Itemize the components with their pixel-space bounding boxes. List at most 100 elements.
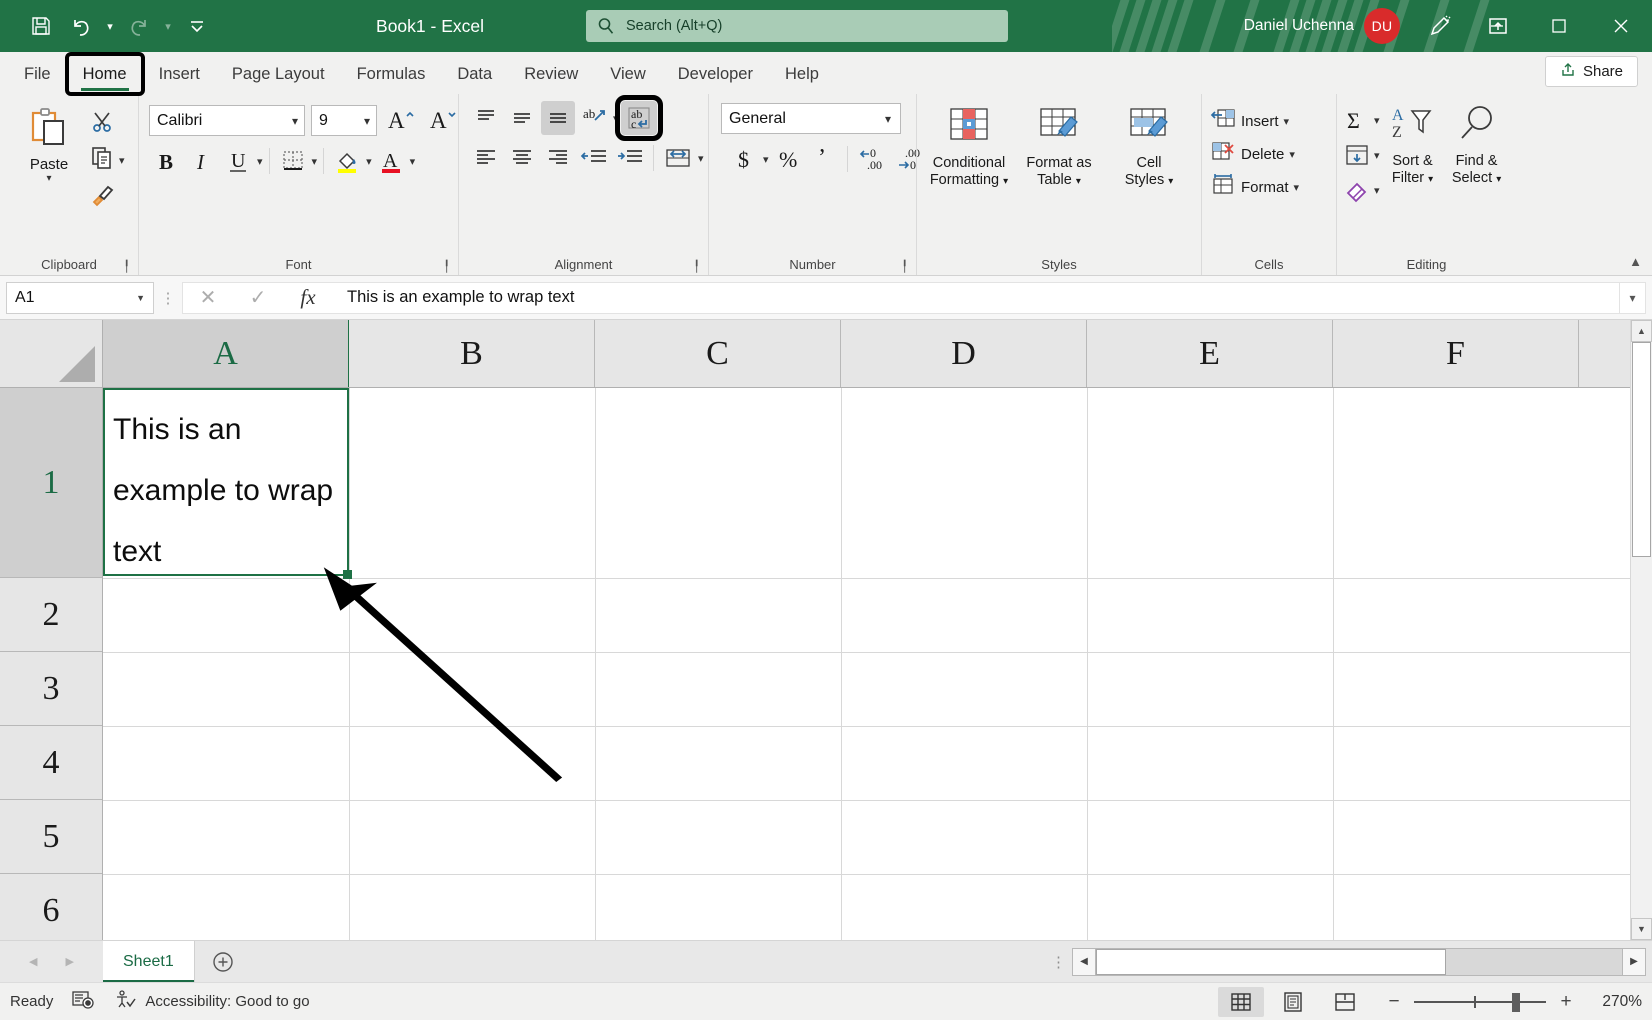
borders-button[interactable] [276,144,310,178]
fill-dropdown-icon[interactable]: ▾ [1374,149,1380,162]
row-header-2[interactable]: 2 [0,578,102,652]
tab-view[interactable]: View [594,54,661,94]
previous-sheet-icon[interactable]: ◀ [29,955,37,968]
fill-color-dropdown-icon[interactable]: ▾ [366,155,372,168]
scroll-right-button[interactable]: ▶ [1622,948,1646,976]
insert-dropdown-icon[interactable]: ▾ [1284,115,1290,128]
pen-icon[interactable] [1420,6,1460,46]
insert-function-icon[interactable]: fx [283,282,333,314]
alignment-dialog-launcher[interactable]: ╿ [693,260,700,273]
column-header-e[interactable]: E [1087,320,1333,387]
add-sheet-button[interactable] [195,941,251,982]
row-header-3[interactable]: 3 [0,652,102,726]
tab-data[interactable]: Data [441,54,508,94]
row-header-4[interactable]: 4 [0,726,102,800]
undo-dropdown-icon[interactable]: ▾ [102,8,118,44]
row-header-6[interactable]: 6 [0,874,102,940]
share-button[interactable]: Share [1545,56,1638,87]
accounting-format-button[interactable]: $ [727,142,761,176]
align-middle-button[interactable] [505,101,539,135]
paste-dropdown-icon[interactable]: ▾ [46,175,51,183]
undo-icon[interactable] [62,8,100,44]
page-layout-view-button[interactable] [1270,987,1316,1017]
underline-button[interactable]: U [221,144,255,178]
conditional-formatting-button[interactable]: Conditional Formatting ▾ [925,101,1013,190]
increase-indent-button[interactable] [613,141,647,175]
avatar[interactable]: DU [1364,8,1400,44]
autosum-dropdown-icon[interactable]: ▾ [1374,114,1380,127]
column-header-f[interactable]: F [1333,320,1579,387]
clear-button[interactable]: ▾ [1343,173,1380,207]
vertical-scroll-thumb[interactable] [1632,342,1651,557]
column-header-b[interactable]: B [349,320,595,387]
paste-button[interactable]: Paste ▾ [12,101,86,183]
sort-and-filter-button[interactable]: A Z Sort & Filter ▾ [1382,101,1444,188]
column-header-a[interactable]: A [103,320,349,387]
close-button[interactable] [1590,0,1652,52]
clipboard-dialog-launcher[interactable]: ╿ [123,260,130,273]
fill-handle[interactable] [343,570,352,579]
merge-dropdown-icon[interactable]: ▾ [698,152,704,165]
cancel-icon[interactable]: ✕ [183,282,233,314]
customize-qat-icon[interactable] [178,8,216,44]
sheet-tab-sheet1[interactable]: Sheet1 [103,941,195,982]
split-handle-icon[interactable]: ⋮ [1051,953,1066,971]
wrap-text-button[interactable]: ab c [621,101,657,135]
tab-file[interactable]: File [8,54,67,94]
tab-review[interactable]: Review [508,54,594,94]
cell-area[interactable]: This is an example to wrap text [103,388,1630,940]
format-dropdown-icon[interactable]: ▾ [1294,181,1300,194]
confirm-icon[interactable]: ✓ [233,282,283,314]
redo-dropdown-icon[interactable]: ▾ [160,8,176,44]
tab-home[interactable]: Home [67,54,143,94]
search-box[interactable]: Search (Alt+Q) [586,10,1008,42]
cut-button[interactable] [90,107,125,141]
clear-dropdown-icon[interactable]: ▾ [1374,184,1380,197]
zoom-in-button[interactable]: + [1558,991,1574,1013]
copy-dropdown-icon[interactable]: ▾ [119,154,125,167]
format-as-table-button[interactable]: Format as Table ▾ [1015,101,1103,190]
percent-format-button[interactable]: % [771,142,805,176]
zoom-out-button[interactable]: − [1386,991,1402,1013]
format-painter-button[interactable] [90,179,125,213]
increase-decimal-button[interactable]: 0 .00 [854,142,890,176]
accounting-dropdown-icon[interactable]: ▾ [763,153,769,166]
orientation-dropdown-icon[interactable]: ▾ [613,112,619,125]
tab-page-layout[interactable]: Page Layout [216,54,341,94]
column-header-c[interactable]: C [595,320,841,387]
minimize-button[interactable] [1466,0,1528,52]
tab-formulas[interactable]: Formulas [341,54,442,94]
bold-button[interactable]: B [149,144,183,178]
align-bottom-button[interactable] [541,101,575,135]
row-header-5[interactable]: 5 [0,800,102,874]
redo-icon[interactable] [120,8,158,44]
borders-dropdown-icon[interactable]: ▾ [312,155,318,168]
account-area[interactable]: Daniel Uchenna DU [1244,8,1400,44]
macro-record-icon[interactable] [71,989,95,1015]
copy-button[interactable]: ▾ [90,143,125,177]
number-format-select[interactable]: General [721,103,901,134]
horizontal-scroll-track[interactable] [1096,948,1622,976]
merge-and-center-button[interactable] [660,141,696,175]
formula-input[interactable]: This is an example to wrap text [333,282,1620,314]
save-icon[interactable] [22,8,60,44]
fill-color-button[interactable] [330,144,364,178]
next-sheet-icon[interactable]: ▶ [66,955,74,968]
increase-font-size-button[interactable]: A [383,103,419,137]
name-box[interactable]: A1 ▼ [6,282,154,314]
decrease-indent-button[interactable] [577,141,611,175]
underline-dropdown-icon[interactable]: ▾ [257,155,263,168]
delete-dropdown-icon[interactable]: ▾ [1289,148,1295,161]
comma-format-button[interactable]: ’ [807,142,841,176]
vertical-scrollbar[interactable]: ▲ ▼ [1630,320,1652,940]
fill-button[interactable]: ▾ [1343,138,1380,172]
tab-insert[interactable]: Insert [143,54,216,94]
italic-button[interactable]: I [185,144,219,178]
scroll-left-button[interactable]: ◀ [1072,948,1096,976]
font-size-select[interactable]: 9 [311,105,377,136]
column-header-d[interactable]: D [841,320,1087,387]
insert-cells-button[interactable]: Insert ▾ [1208,105,1299,138]
font-color-dropdown-icon[interactable]: ▾ [410,155,416,168]
tab-help[interactable]: Help [769,54,835,94]
select-all-button[interactable] [0,320,103,387]
